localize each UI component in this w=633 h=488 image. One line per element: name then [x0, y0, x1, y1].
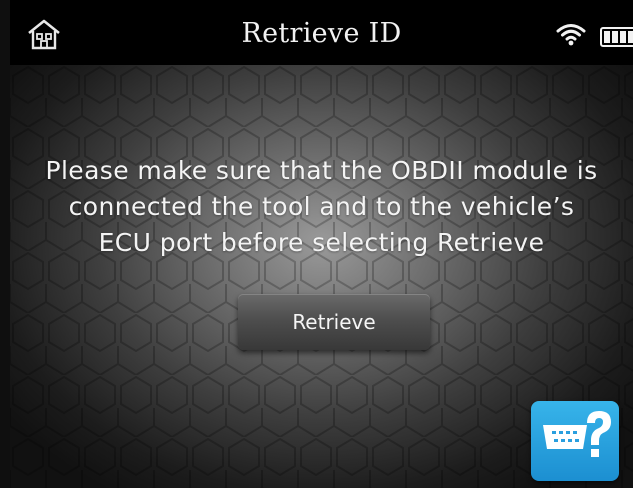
connector-help-icon: [543, 411, 611, 457]
message-line: ECU port before selecting Retrieve: [98, 228, 545, 257]
retrieve-button[interactable]: Retrieve: [238, 294, 430, 350]
battery-status: [600, 27, 633, 47]
page-title: Retrieve ID: [241, 18, 402, 49]
wifi-status: [556, 22, 586, 46]
message-line: Please make sure that the OBDII module i…: [45, 156, 598, 185]
wifi-icon: [556, 24, 586, 46]
title-bar: Retrieve ID: [10, 0, 633, 65]
instruction-message: Please make sure that the OBDII module i…: [10, 153, 633, 261]
help-button[interactable]: [531, 401, 619, 481]
device-screen: Retrieve ID Please make sure that the OB…: [0, 0, 633, 488]
message-line: connected the tool and to the vehicle’s: [68, 192, 575, 221]
battery-icon: [600, 27, 633, 47]
